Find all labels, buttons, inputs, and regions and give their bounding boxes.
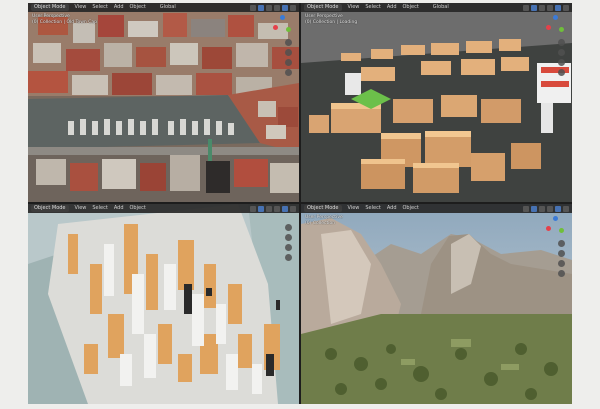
nav-buttons [285,39,292,76]
transform-orientation-dropdown[interactable]: Global [160,3,176,12]
menu-add[interactable]: Add [387,3,397,12]
header-tools [523,205,569,212]
solid-shading-icon[interactable] [274,205,280,212]
header-tools [523,4,569,11]
zoom-icon[interactable] [285,224,292,231]
menu-add[interactable]: Add [114,204,124,213]
grid-icon[interactable] [285,254,292,261]
hand-pan-icon[interactable] [558,250,565,257]
nav-buttons [558,39,565,76]
rendered-shading-icon[interactable] [563,4,569,11]
viewport-info: User Perspective (0) Collection | Old To… [32,14,97,26]
old-town-scene [28,3,299,202]
menu-select[interactable]: Select [365,204,380,213]
zoom-icon[interactable] [558,39,565,46]
menu-add[interactable]: Add [114,3,124,12]
collection-label: (0) Collection | Loading [305,20,358,25]
camera-icon[interactable] [285,59,292,66]
header-tools [250,205,296,212]
material-shading-icon[interactable] [282,4,288,11]
xray-icon[interactable] [266,4,272,11]
material-shading-icon[interactable] [282,205,288,212]
overlay-icon[interactable] [258,4,264,11]
viewport-bottom-right[interactable]: Object Mode View Select Add Object User … [301,204,572,404]
zoom-icon[interactable] [285,39,292,46]
axis-gizmo-icon[interactable] [546,216,566,238]
overlay-icon[interactable] [531,4,537,11]
hand-pan-icon[interactable] [285,234,292,241]
menu-view[interactable]: View [75,204,87,213]
nav-buttons [558,240,565,277]
viewport-header: Object Mode View Select Add Object Globa… [301,3,572,12]
mode-dropdown[interactable]: Object Mode [31,205,69,212]
menu-object[interactable]: Object [130,204,146,213]
menu-select[interactable]: Select [365,3,380,12]
collection-label: (0) Collection | Old Town Cap [32,20,97,25]
blocky-city-scene [301,3,572,202]
xray-icon[interactable] [539,205,545,212]
viewport-header: Object Mode View Select Add Object [301,204,572,213]
grid-icon[interactable] [558,69,565,76]
camera-icon[interactable] [558,260,565,267]
rendered-shading-icon[interactable] [563,205,569,212]
mode-dropdown[interactable]: Object Mode [304,4,342,11]
axis-gizmo-icon[interactable] [273,15,293,37]
overlay-icon[interactable] [531,205,537,212]
grid-icon[interactable] [285,69,292,76]
menu-view[interactable]: View [75,3,87,12]
menu-object[interactable]: Object [403,3,419,12]
viewport-header: Object Mode View Select Add Object [28,204,299,213]
viewport-top-right[interactable]: Object Mode View Select Add Object Globa… [301,3,572,202]
menu-add[interactable]: Add [387,204,397,213]
axis-gizmo-icon[interactable] [546,15,566,37]
collection-label: (0) Collection [305,221,336,226]
visibility-icon[interactable] [250,4,256,11]
menu-object[interactable]: Object [130,3,146,12]
menu-object[interactable]: Object [403,204,419,213]
visibility-icon[interactable] [250,205,256,212]
solid-shading-icon[interactable] [547,4,553,11]
menu-view[interactable]: View [348,204,360,213]
solid-shading-icon[interactable] [274,4,280,11]
menu-select[interactable]: Select [92,3,107,12]
hand-pan-icon[interactable] [285,49,292,56]
rendered-shading-icon[interactable] [290,4,296,11]
viewport-info: User Perspective (0) Collection [305,215,343,227]
solid-shading-icon[interactable] [547,205,553,212]
skyscraper-city-scene [28,204,299,404]
viewport-top-left[interactable]: Object Mode View Select Add Object Globa… [28,3,299,202]
camera-icon[interactable] [558,59,565,66]
valley-terrain-scene [301,204,572,404]
grid-icon[interactable] [558,270,565,277]
mode-dropdown[interactable]: Object Mode [304,205,342,212]
visibility-icon[interactable] [523,205,529,212]
material-shading-icon[interactable] [555,205,561,212]
camera-icon[interactable] [285,244,292,251]
viewport-bottom-left[interactable]: Object Mode View Select Add Object [28,204,299,404]
overlay-icon[interactable] [258,205,264,212]
mode-dropdown[interactable]: Object Mode [31,4,69,11]
blender-quad-view: Object Mode View Select Add Object Globa… [28,3,572,404]
zoom-icon[interactable] [558,240,565,247]
material-shading-icon[interactable] [555,4,561,11]
viewport-header: Object Mode View Select Add Object Globa… [28,3,299,12]
menu-view[interactable]: View [348,3,360,12]
transform-orientation-dropdown[interactable]: Global [433,3,449,12]
xray-icon[interactable] [539,4,545,11]
xray-icon[interactable] [266,205,272,212]
hand-pan-icon[interactable] [558,49,565,56]
header-tools [250,4,296,11]
viewport-info: User Perspective (0) Collection | Loadin… [305,14,357,26]
menu-select[interactable]: Select [92,204,107,213]
nav-buttons [285,224,292,261]
rendered-shading-icon[interactable] [290,205,296,212]
visibility-icon[interactable] [523,4,529,11]
